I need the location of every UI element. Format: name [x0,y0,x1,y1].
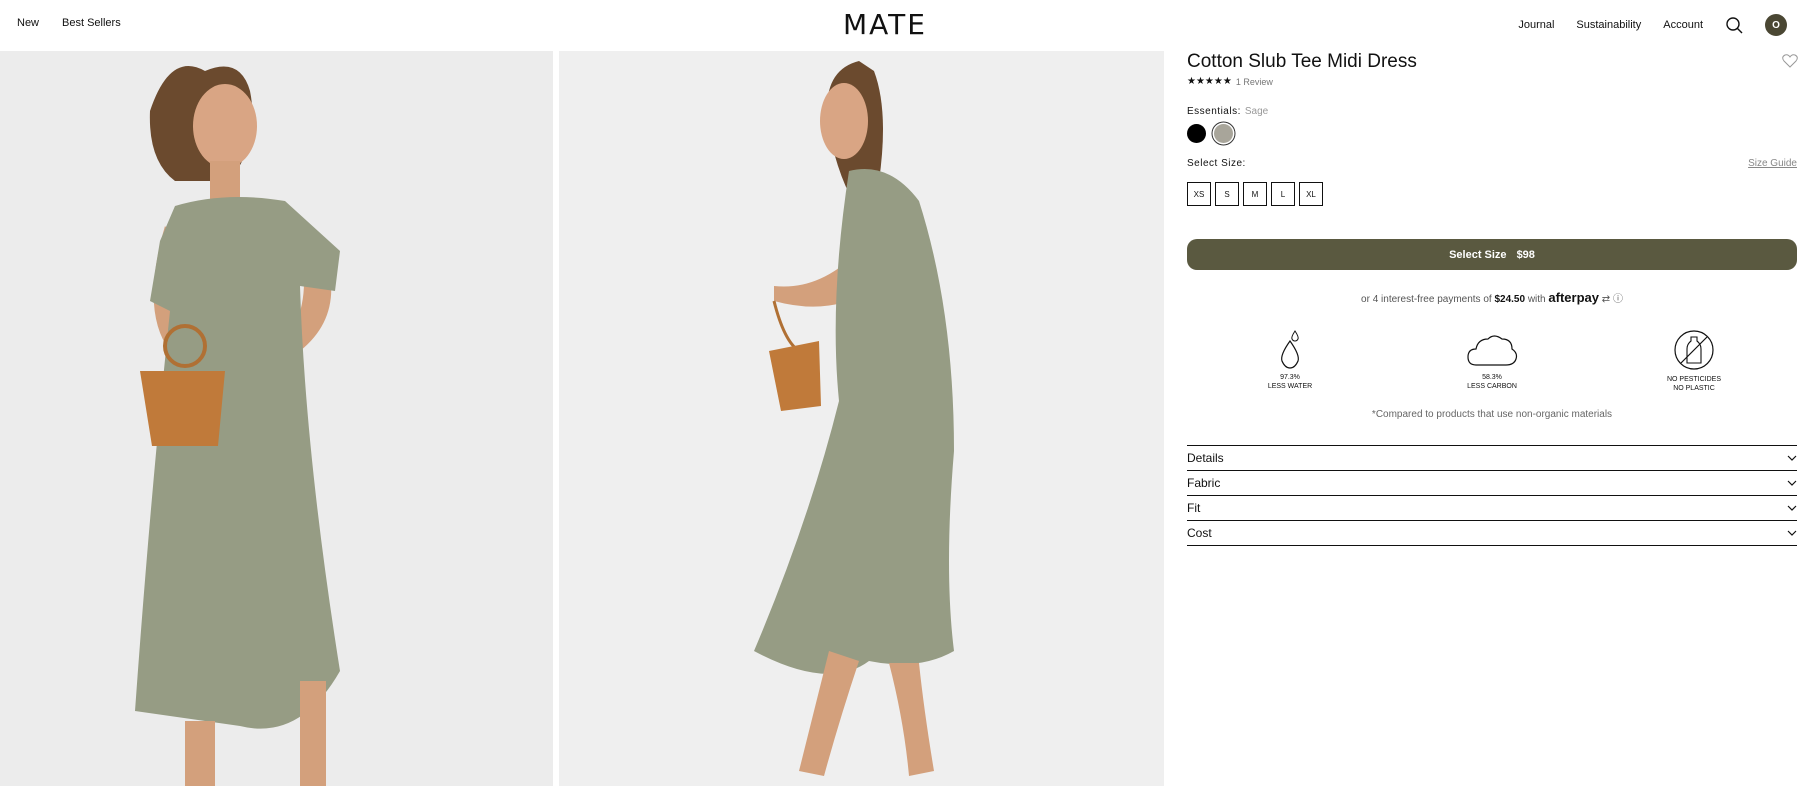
stat-water-value: 97.3% [1280,374,1300,381]
afterpay-prefix: or 4 interest-free payments of [1361,294,1492,305]
cloud-icon [1467,335,1518,366]
chevron-down-icon [1787,505,1797,511]
size-option-m[interactable]: M [1243,182,1267,206]
stat-pesticides-text: NO PESTICIDES [1666,376,1722,383]
stat-water-label: LESS WATER [1267,383,1313,390]
nav-account[interactable]: Account [1663,19,1703,31]
selected-colour-name: Sage [1244,106,1269,117]
stat-plastic-text: NO PLASTIC [1673,385,1715,392]
brand-logo[interactable]: MATE [843,8,927,41]
site-header: New Best Sellers MATE Journal Sustainabi… [0,0,1807,50]
nav-best-sellers[interactable]: Best Sellers [62,17,121,29]
sustainability-footnote: *Compared to products that use non-organ… [1371,409,1613,420]
review-count-link[interactable]: 1 Review [1236,77,1273,87]
add-to-cart-button[interactable]: Select Size $98 [1187,239,1797,270]
swatch-black[interactable] [1187,124,1206,143]
stat-no-plastic: NO PESTICIDES NO PLASTIC [1649,329,1739,393]
sustainability-stats: 97.3% LESS WATER 58.3% LESS CARBON NO PE… [1187,329,1797,399]
size-option-xs[interactable]: XS [1187,182,1211,206]
accordion-fabric-label: Fabric [1187,476,1221,490]
size-guide-link[interactable]: Size Guide [1748,158,1797,169]
nav-new[interactable]: New [17,17,39,29]
cta-price: $98 [1516,248,1535,261]
accordion-fit[interactable]: Fit [1187,496,1797,521]
cart-avatar[interactable]: O [1765,14,1787,36]
wishlist-heart-icon[interactable] [1782,53,1798,69]
afterpay-amount: $24.50 [1494,294,1526,305]
stat-carbon-value: 58.3% [1482,374,1502,381]
product-title: Cotton Slub Tee Midi Dress [1187,51,1417,72]
chevron-down-icon [1787,480,1797,486]
no-plastic-bottle-icon [1674,330,1714,370]
size-option-l[interactable]: L [1271,182,1295,206]
product-photo-front[interactable] [0,51,553,786]
stat-carbon: 58.3% LESS CARBON [1447,329,1537,391]
chevron-down-icon [1787,455,1797,461]
product-rating[interactable]: ★★★★★ 1 Review [1187,76,1273,87]
nav-journal[interactable]: Journal [1518,19,1554,31]
stat-carbon-label: LESS CARBON [1467,383,1517,390]
model-front-illustration [0,51,553,786]
afterpay-with: with [1527,294,1546,305]
cta-label: Select Size [1449,248,1507,261]
accordion-fabric[interactable]: Fabric [1187,471,1797,496]
accordion-fit-label: Fit [1187,501,1201,515]
accordion-cost[interactable]: Cost [1187,521,1797,546]
model-side-illustration [559,51,1164,786]
colour-swatches [1187,124,1233,143]
size-selector: XS S M L XL [1187,182,1323,206]
primary-nav: New Best Sellers [17,17,121,29]
nav-sustainability[interactable]: Sustainability [1576,19,1641,31]
water-drop-icon [1281,330,1299,369]
size-option-s[interactable]: S [1215,182,1239,206]
afterpay-info-icon[interactable]: ⓘ [1613,294,1623,305]
chevron-down-icon [1787,530,1797,536]
colour-label: Essentials: Sage [1187,106,1268,117]
afterpay-arrows-icon: ⇄ [1601,294,1611,305]
colour-collection: Essentials: [1187,106,1241,117]
rating-stars-icon: ★★★★★ [1187,76,1232,87]
afterpay-logo: afterpay [1548,290,1599,305]
size-label: Select Size: [1187,158,1246,169]
search-icon[interactable] [1725,16,1743,34]
secondary-nav: Journal Sustainability Account O [1518,14,1787,36]
accordion-details[interactable]: Details [1187,446,1797,471]
accordion-details-label: Details [1187,451,1224,465]
product-info-accordion: Details Fabric Fit Cost [1187,445,1797,546]
afterpay-message: or 4 interest-free payments of $24.50 wi… [1187,290,1797,305]
product-gallery [0,51,1165,786]
stat-water: 97.3% LESS WATER [1245,329,1335,391]
size-option-xl[interactable]: XL [1299,182,1323,206]
accordion-cost-label: Cost [1187,526,1212,540]
product-photo-side[interactable] [559,51,1164,786]
swatch-sage[interactable] [1214,124,1233,143]
